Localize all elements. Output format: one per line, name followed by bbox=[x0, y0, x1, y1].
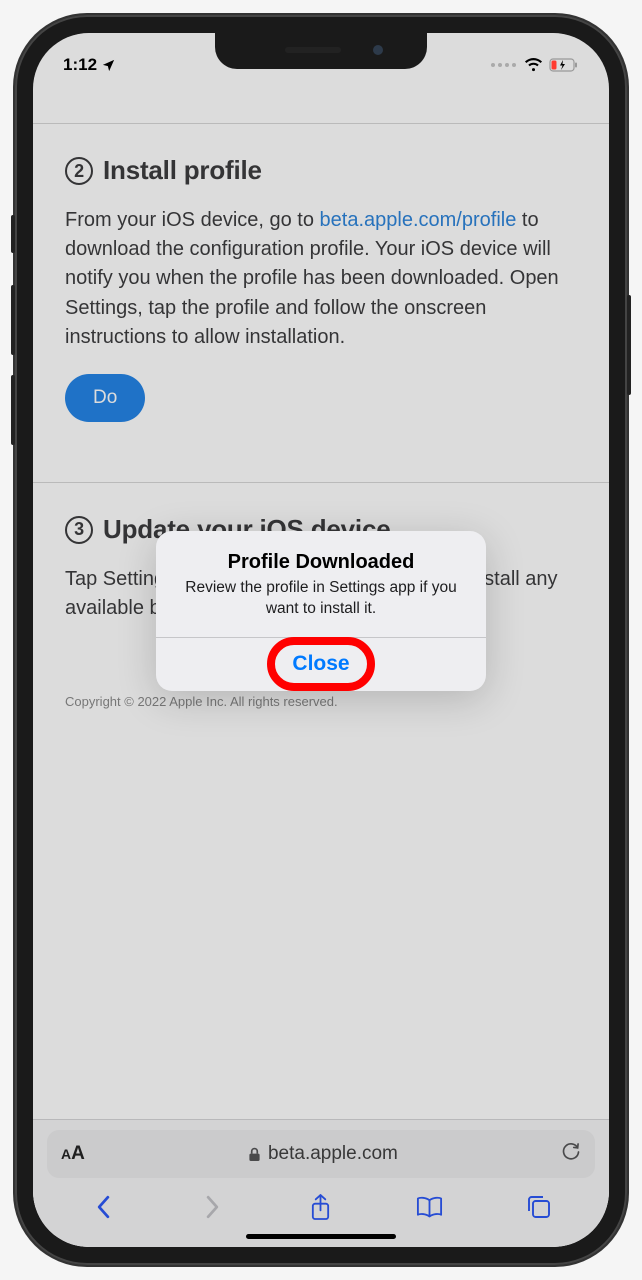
text-size-button[interactable]: AA bbox=[61, 1143, 85, 1165]
bookmarks-button[interactable] bbox=[407, 1195, 453, 1219]
copyright-text: Copyright © 2022 Apple Inc. All rights r… bbox=[65, 693, 577, 712]
alert-title: Profile Downloaded bbox=[174, 551, 468, 574]
safari-toolbar bbox=[33, 1178, 609, 1236]
lock-icon bbox=[248, 1147, 261, 1162]
iphone-frame: 1:12 2 Install profile From your iOS dev… bbox=[15, 15, 627, 1265]
status-right bbox=[491, 58, 579, 72]
book-icon bbox=[415, 1195, 444, 1219]
screen: 1:12 2 Install profile From your iOS dev… bbox=[33, 33, 609, 1247]
status-left: 1:12 bbox=[63, 55, 116, 75]
alert-message: Review the profile in Settings app if yo… bbox=[174, 578, 468, 619]
wifi-icon bbox=[524, 58, 543, 72]
location-icon bbox=[101, 58, 116, 73]
power-button bbox=[627, 295, 631, 395]
step-number-icon: 2 bbox=[65, 157, 93, 185]
status-time: 1:12 bbox=[63, 55, 97, 75]
callout-highlight-icon bbox=[267, 637, 375, 691]
notch bbox=[215, 33, 427, 69]
close-button[interactable]: Close bbox=[156, 638, 486, 691]
tabs-button[interactable] bbox=[516, 1194, 562, 1220]
reload-icon bbox=[561, 1141, 581, 1163]
volume-up-button bbox=[11, 285, 15, 355]
profile-link[interactable]: beta.apple.com/profile bbox=[320, 209, 517, 231]
step-number-icon: 3 bbox=[65, 516, 93, 544]
share-button[interactable] bbox=[298, 1193, 344, 1222]
side-button bbox=[11, 215, 15, 253]
chevron-right-icon bbox=[204, 1194, 221, 1220]
tabs-icon bbox=[526, 1194, 552, 1220]
profile-downloaded-alert: Profile Downloaded Review the profile in… bbox=[156, 531, 486, 691]
battery-low-charging-icon bbox=[549, 58, 579, 72]
step2-text: From your iOS device, go to beta.apple.c… bbox=[65, 206, 577, 352]
page-dots-icon bbox=[491, 63, 516, 67]
reload-button[interactable] bbox=[561, 1141, 581, 1168]
back-button[interactable] bbox=[80, 1194, 126, 1220]
safari-bottom-bar: AA beta.apple.com bbox=[33, 1119, 609, 1247]
url-domain: beta.apple.com bbox=[268, 1143, 398, 1165]
chevron-left-icon bbox=[95, 1194, 112, 1220]
url-bar[interactable]: AA beta.apple.com bbox=[47, 1130, 595, 1178]
divider bbox=[33, 123, 609, 124]
forward-button bbox=[189, 1194, 235, 1220]
share-icon bbox=[309, 1193, 332, 1222]
download-profile-button[interactable]: Do bbox=[65, 374, 145, 422]
url-display: beta.apple.com bbox=[248, 1143, 398, 1165]
divider bbox=[33, 482, 609, 483]
step2-title: Install profile bbox=[103, 152, 262, 190]
home-indicator[interactable] bbox=[246, 1234, 396, 1239]
volume-down-button bbox=[11, 375, 15, 445]
step2-heading: 2 Install profile bbox=[65, 152, 577, 190]
